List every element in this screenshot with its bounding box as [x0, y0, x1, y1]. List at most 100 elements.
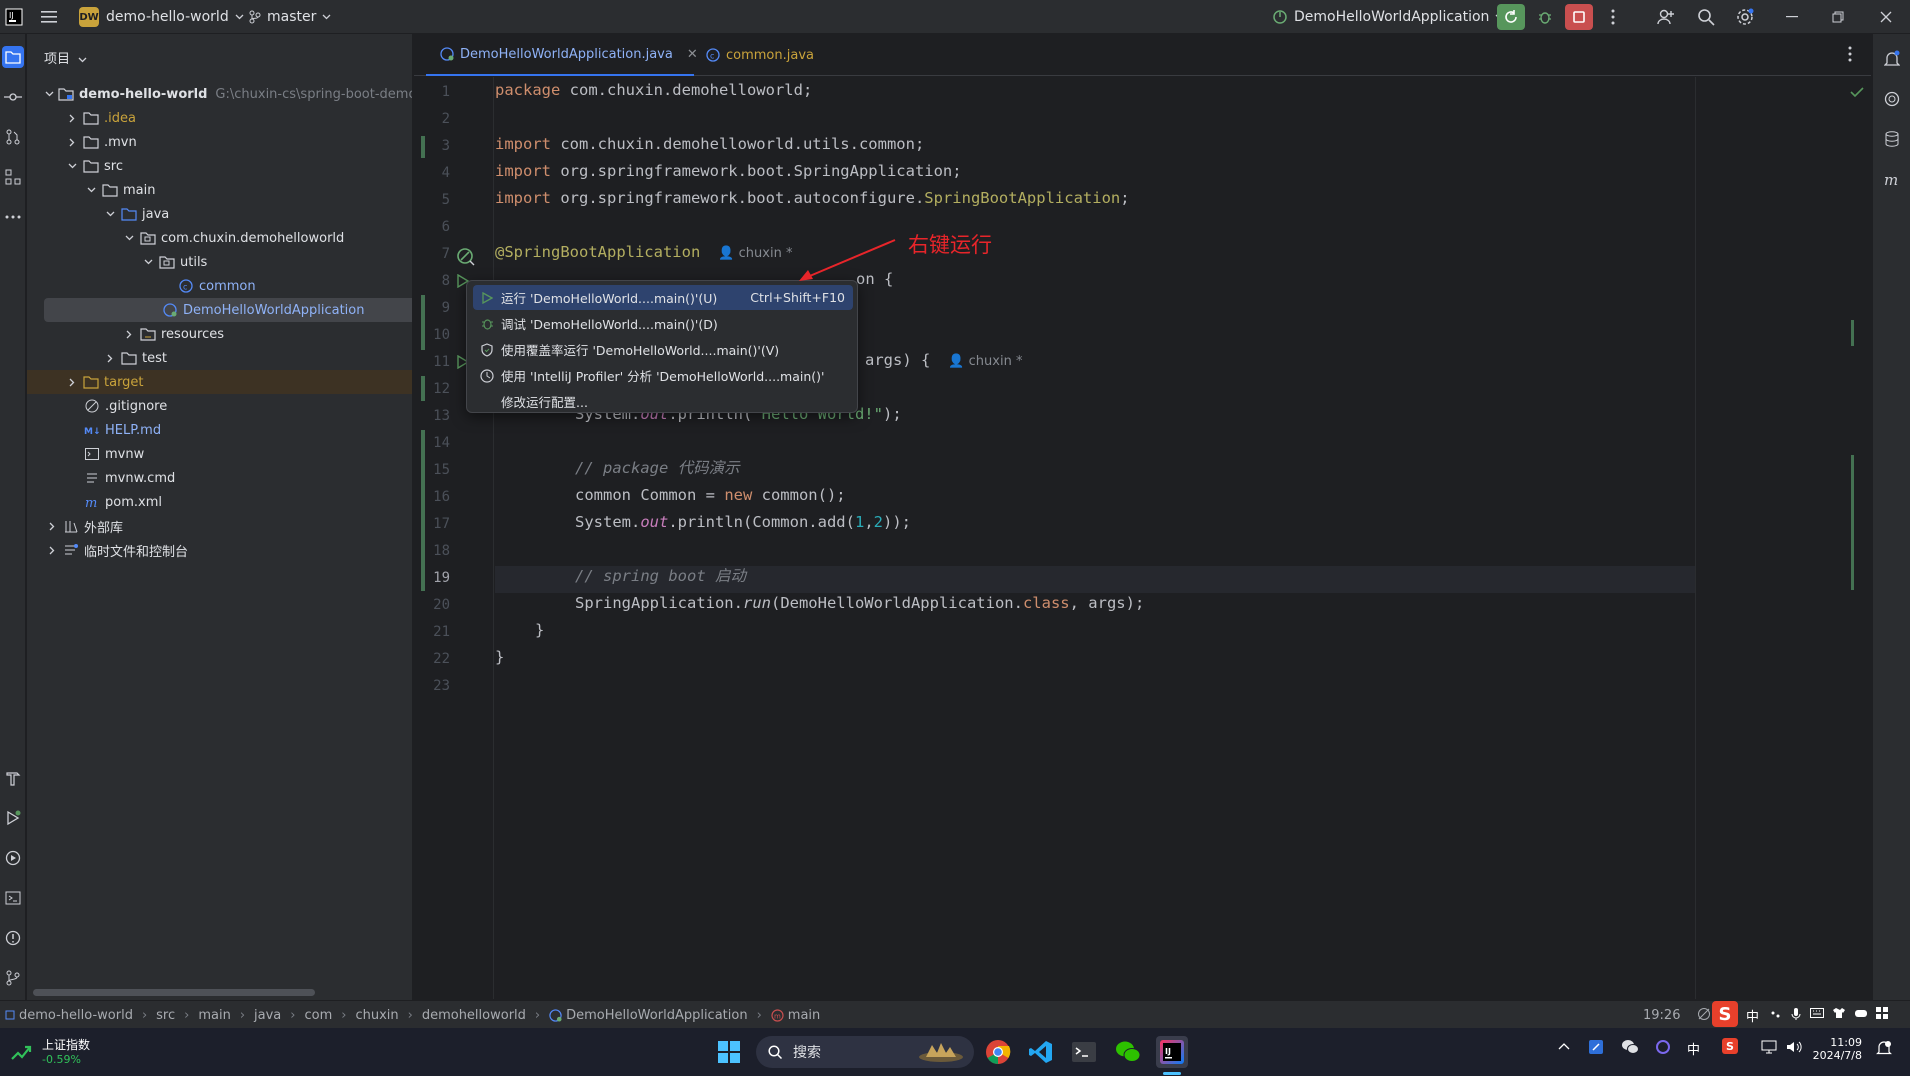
ai-assistant-icon[interactable] [1881, 88, 1903, 110]
intellij-taskbar-icon[interactable]: IJ [1156, 1036, 1188, 1068]
breadcrumb-item[interactable]: demo-hello-world [19, 1008, 133, 1023]
rerun-button[interactable] [1497, 4, 1525, 30]
notification-center-icon[interactable] [1876, 1040, 1892, 1056]
tree-item-test[interactable]: test [27, 346, 412, 370]
intellij-logo-icon[interactable]: IJ [2, 5, 26, 29]
pull-requests-icon[interactable] [2, 126, 24, 148]
menu-item-modify-run-config[interactable]: 修改运行配置... [473, 389, 853, 414]
tree-item-src[interactable]: src [27, 154, 412, 178]
tray-sogou-icon[interactable]: S [1722, 1038, 1738, 1054]
taskbar-clock[interactable]: 11:09 2024/7/8 [1808, 1036, 1862, 1062]
tree-item-idea[interactable]: .idea [27, 106, 412, 130]
stock-widget[interactable]: 上证指数 -0.59% [10, 1036, 90, 1066]
settings-gear-icon[interactable] [1733, 5, 1757, 29]
breadcrumb-item[interactable]: DemoHelloWorldApplication [566, 1008, 747, 1023]
structure-icon[interactable] [2, 166, 24, 188]
volume-icon[interactable] [1786, 1040, 1802, 1054]
tree-item-java[interactable]: java [27, 202, 412, 226]
tree-item-target[interactable]: target [27, 370, 412, 394]
windows-start-icon[interactable] [713, 1036, 745, 1068]
maven-tool-icon[interactable]: m [1881, 168, 1903, 190]
breadcrumb-item[interactable]: main [198, 1008, 230, 1023]
commit-icon[interactable] [2, 86, 24, 108]
code-editor[interactable]: package com.chuxin.demohelloworld; impor… [495, 77, 1695, 999]
debug-icon[interactable] [1533, 5, 1557, 29]
breadcrumb-item[interactable]: com [304, 1008, 332, 1023]
tab-options-icon[interactable] [1848, 46, 1852, 62]
menu-item-run[interactable]: 运行 'DemoHelloWorld....main()'(U) Ctrl+Sh… [473, 285, 853, 310]
keyboard-icon[interactable] [1810, 1007, 1824, 1021]
chrome-icon[interactable] [982, 1036, 1014, 1068]
tree-item-mvnw-cmd[interactable]: mvnw.cmd [27, 466, 412, 490]
project-switcher[interactable]: DW demo-hello-world [79, 0, 244, 34]
tree-item-main[interactable]: main [27, 178, 412, 202]
stop-button[interactable] [1565, 4, 1593, 30]
tab-common[interactable]: c common.java [706, 34, 814, 76]
taskbar-search-box[interactable]: 搜索 [756, 1036, 974, 1068]
tree-item-gitignore[interactable]: .gitignore [27, 394, 412, 418]
add-user-icon[interactable] [1654, 5, 1678, 29]
branch-switcher[interactable]: master [249, 0, 331, 34]
problems-icon[interactable] [2, 927, 24, 949]
inspection-off-icon[interactable] [1697, 1007, 1711, 1021]
punctuation-icon[interactable] [1770, 1007, 1782, 1021]
tree-root[interactable]: demo-hello-world G:\chuxin-cs\spring-boo… [27, 82, 412, 106]
vcs-change-marker[interactable] [421, 136, 425, 158]
more-actions-icon[interactable] [1601, 5, 1625, 29]
breadcrumb-item[interactable]: demohelloworld [422, 1008, 526, 1023]
toolbox-grid-icon[interactable] [1876, 1007, 1888, 1021]
tree-item-external-libraries[interactable]: 外部库 [27, 514, 412, 538]
project-folder-icon[interactable] [2, 46, 24, 68]
tray-ring-icon[interactable] [1655, 1039, 1671, 1055]
breadcrumb-item[interactable]: java [254, 1008, 281, 1023]
tree-item-common[interactable]: c common [27, 274, 412, 298]
tab-demohelloworldapplication[interactable]: DemoHelloWorldApplication.java ✕ [426, 34, 698, 76]
tree-item-scratches[interactable]: 临时文件和控制台 [27, 538, 412, 562]
tree-item-demohelloworldapplication[interactable]: DemoHelloWorldApplication [44, 298, 412, 322]
git-icon[interactable] [2, 967, 24, 989]
tree-item-pom-xml[interactable]: m pom.xml [27, 490, 412, 514]
wechat-icon[interactable] [1112, 1036, 1144, 1068]
tree-item-utils[interactable]: utils [27, 250, 412, 274]
tray-app-icon[interactable] [1589, 1040, 1603, 1054]
vcs-change-marker[interactable] [421, 295, 425, 350]
breadcrumb-item[interactable]: main [788, 1008, 820, 1023]
tree-item-help-md[interactable]: M↓ HELP.md [27, 418, 412, 442]
menu-item-debug[interactable]: 调试 'DemoHelloWorld....main()'(D) [473, 311, 853, 336]
vscode-icon[interactable] [1025, 1036, 1057, 1068]
tree-item-package[interactable]: com.chuxin.demohelloworld [27, 226, 412, 250]
close-tab-icon[interactable]: ✕ [687, 47, 698, 62]
tree-item-mvnw[interactable]: mvnw [27, 442, 412, 466]
game-icon[interactable] [1854, 1007, 1868, 1021]
tray-overflow-chevron-icon[interactable] [1558, 1042, 1570, 1050]
microphone-icon[interactable] [1790, 1007, 1802, 1021]
minimize-icon[interactable] [1780, 5, 1804, 29]
tree-item-mvn[interactable]: .mvn [27, 130, 412, 154]
network-icon[interactable] [1761, 1040, 1777, 1054]
notifications-bell-icon[interactable] [1881, 48, 1903, 70]
more-tools-icon[interactable] [2, 206, 24, 228]
restore-icon[interactable] [1826, 5, 1850, 29]
breadcrumb-item[interactable]: src [156, 1008, 175, 1023]
database-icon[interactable] [1881, 128, 1903, 150]
ime-mode[interactable]: 中 [1746, 1001, 1759, 1029]
terminal-icon[interactable] [2, 887, 24, 909]
run-config-selector[interactable]: DemoHelloWorldApplication [1272, 0, 1504, 34]
build-hammer-icon[interactable] [2, 767, 24, 789]
skin-shirt-icon[interactable] [1832, 1007, 1846, 1021]
caret-position[interactable]: 19:26 [1643, 1001, 1680, 1029]
vcs-change-marker[interactable] [421, 376, 425, 401]
horizontal-scrollbar[interactable] [33, 989, 315, 996]
tree-item-resources[interactable]: resources [27, 322, 412, 346]
tray-wechat-icon[interactable] [1621, 1039, 1639, 1055]
spring-bean-gutter-icon[interactable] [456, 247, 476, 267]
tray-ime-mode[interactable]: 中 [1687, 1039, 1700, 1058]
vcs-change-marker[interactable] [421, 430, 425, 591]
terminal-app-icon[interactable] [1068, 1036, 1100, 1068]
menu-item-profile[interactable]: 使用 'IntelliJ Profiler' 分析 'DemoHelloWorl… [473, 363, 853, 388]
main-menu-icon[interactable] [38, 5, 62, 29]
sogou-ime-icon[interactable]: S [1712, 1001, 1738, 1027]
run-tool-icon[interactable] [2, 807, 24, 829]
search-icon[interactable] [1694, 5, 1718, 29]
menu-item-run-with-coverage[interactable]: 使用覆盖率运行 'DemoHelloWorld....main()'(V) [473, 337, 853, 362]
